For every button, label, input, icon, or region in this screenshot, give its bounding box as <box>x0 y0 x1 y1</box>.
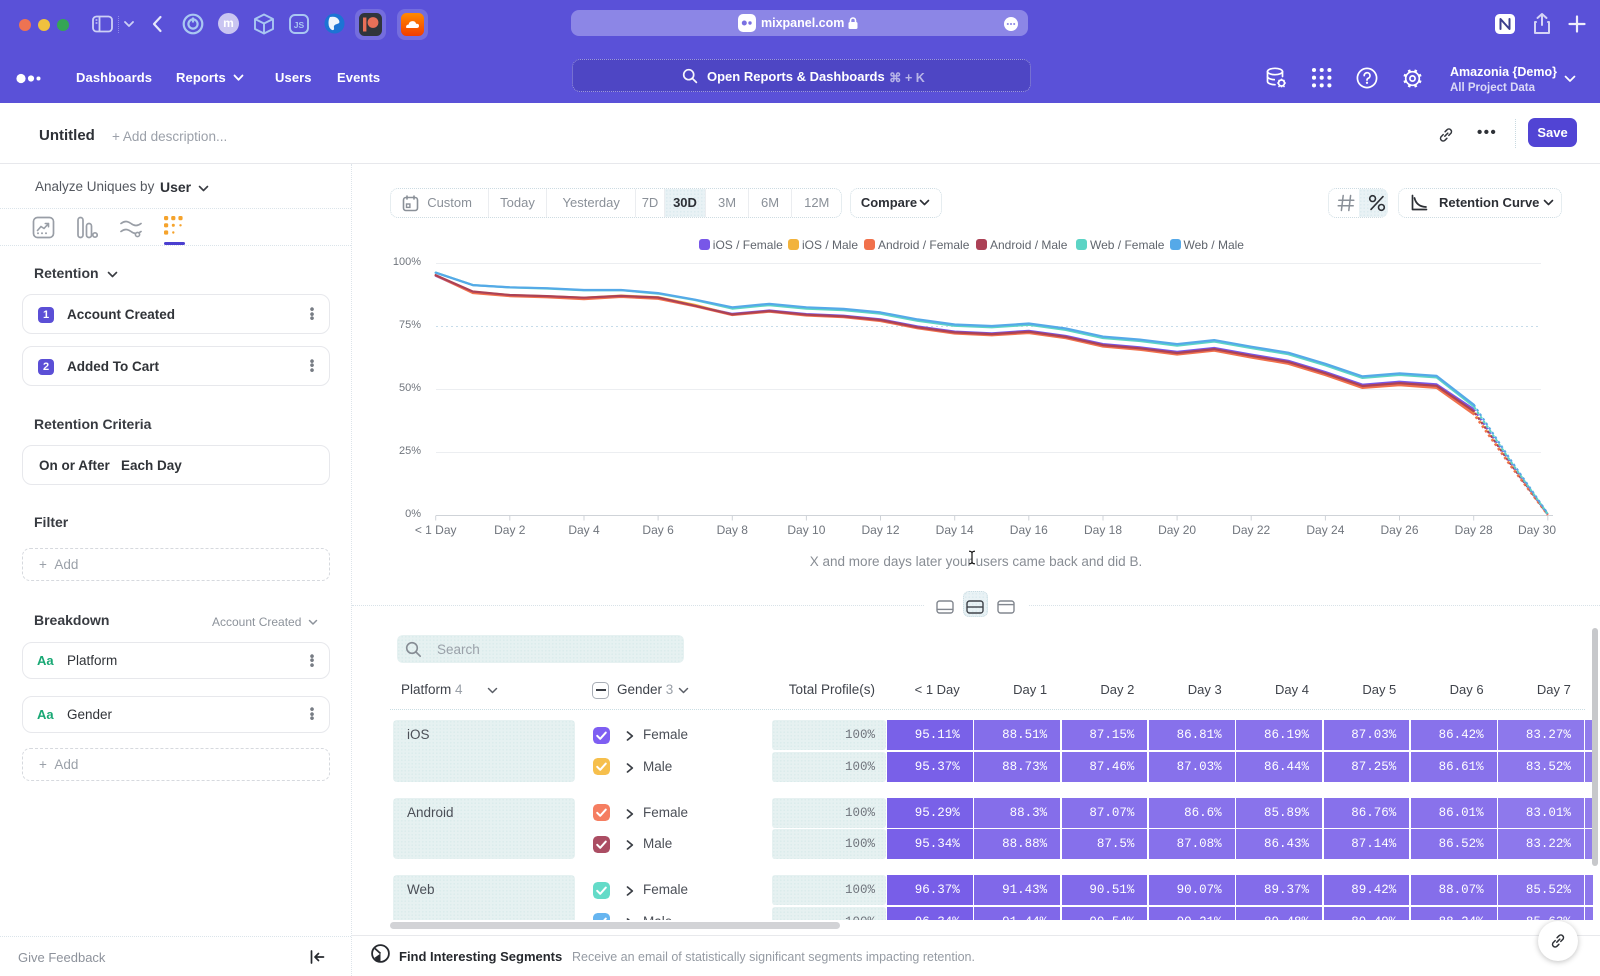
svg-text:JS: JS <box>294 20 305 30</box>
